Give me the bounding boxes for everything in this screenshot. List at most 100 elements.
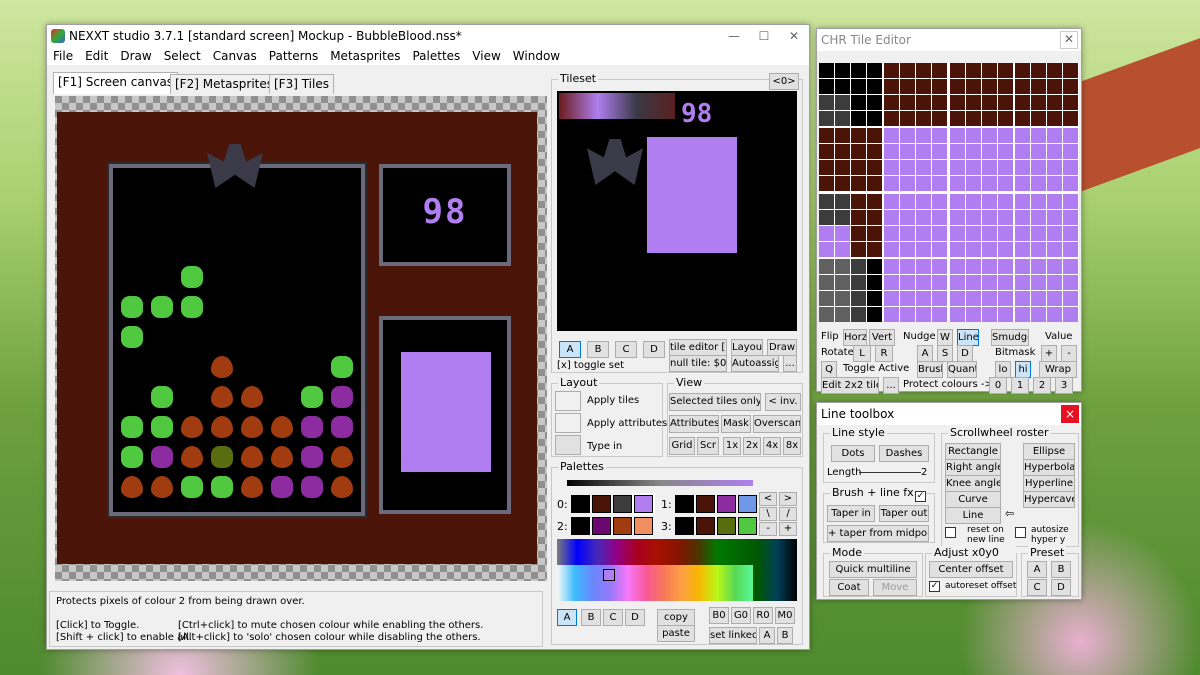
line-button[interactable]: Line xyxy=(945,507,1001,524)
palette-nav-button[interactable]: / xyxy=(779,507,797,521)
chr-pixel[interactable] xyxy=(998,259,1013,274)
coat-button[interactable]: Coat xyxy=(829,579,869,596)
chr-pixel[interactable] xyxy=(998,242,1013,257)
rotate-r-button[interactable]: R xyxy=(875,345,893,362)
preset-d-button[interactable]: D xyxy=(1051,579,1071,596)
chr-pixel[interactable] xyxy=(884,259,899,274)
chr-pixel[interactable] xyxy=(932,176,947,191)
dashes-button[interactable]: Dashes xyxy=(879,445,929,462)
chr-pixel[interactable] xyxy=(819,111,834,126)
chr-pixel[interactable] xyxy=(1047,95,1062,110)
chr-pixel[interactable] xyxy=(900,226,915,241)
chr-pixel[interactable] xyxy=(966,210,981,225)
chr-pixel[interactable] xyxy=(966,194,981,209)
chr-pixel[interactable] xyxy=(1063,176,1078,191)
chr-pixel[interactable] xyxy=(916,111,931,126)
chr-pixel[interactable] xyxy=(835,275,850,290)
protect-colour-button[interactable]: 2 xyxy=(1033,377,1051,394)
nudge-d-button[interactable]: D xyxy=(957,345,973,362)
chr-pixel[interactable] xyxy=(1015,291,1030,306)
chr-pixel[interactable] xyxy=(1063,144,1078,159)
chr-pixel[interactable] xyxy=(916,176,931,191)
chr-pixel[interactable] xyxy=(916,210,931,225)
chr-close-icon[interactable]: ✕ xyxy=(1060,31,1078,49)
chr-pixel[interactable] xyxy=(835,226,850,241)
bank-g0-button[interactable]: G0 xyxy=(731,607,751,624)
chr-pixel[interactable] xyxy=(1015,194,1030,209)
chr-pixel[interactable] xyxy=(998,79,1013,94)
tileset-more-button[interactable]: ... xyxy=(783,355,797,372)
chr-pixel[interactable] xyxy=(900,176,915,191)
chr-pixel[interactable] xyxy=(982,226,997,241)
chr-pixel[interactable] xyxy=(819,128,834,143)
chr-pixel[interactable] xyxy=(1015,275,1030,290)
chr-pixel[interactable] xyxy=(950,307,965,322)
hyperbola-button[interactable]: Hyperbola xyxy=(1023,459,1075,476)
chr-pixel[interactable] xyxy=(1063,275,1078,290)
chr-pixel[interactable] xyxy=(1063,291,1078,306)
knee-angle-button[interactable]: Knee angle xyxy=(945,475,1001,492)
chr-pixel[interactable] xyxy=(1063,210,1078,225)
chr-pixel[interactable] xyxy=(900,291,915,306)
palette-nav-button[interactable]: \ xyxy=(759,507,777,521)
chr-pixel[interactable] xyxy=(998,95,1013,110)
brush-fx-checkbox[interactable]: ✓ xyxy=(915,491,926,502)
chr-pixel[interactable] xyxy=(900,160,915,175)
chr-pixel[interactable] xyxy=(1047,63,1062,78)
chr-pixel[interactable] xyxy=(851,79,866,94)
chr-pixel[interactable] xyxy=(1047,144,1062,159)
nudge-s-button[interactable]: S xyxy=(937,345,953,362)
chr-pixel[interactable] xyxy=(932,144,947,159)
chr-pixel[interactable] xyxy=(1031,259,1046,274)
chr-pixel[interactable] xyxy=(819,226,834,241)
chr-pixel[interactable] xyxy=(884,95,899,110)
chr-pixel[interactable] xyxy=(835,95,850,110)
zoom-8x-button[interactable]: 8x xyxy=(783,437,801,455)
chr-pixel[interactable] xyxy=(1015,259,1030,274)
chr-pixel[interactable] xyxy=(982,176,997,191)
tileset-set-d[interactable]: D xyxy=(643,341,665,358)
palette-swatch[interactable] xyxy=(592,517,611,535)
hypercave-button[interactable]: Hypercave xyxy=(1023,491,1075,508)
menu-edit[interactable]: Edit xyxy=(79,49,114,63)
overscan-button[interactable]: Overscan xyxy=(753,415,801,433)
flip-vert-button[interactable]: Vert xyxy=(869,329,895,346)
chr-pixel[interactable] xyxy=(1063,160,1078,175)
chr-pixel[interactable] xyxy=(932,307,947,322)
chr-pixel[interactable] xyxy=(1015,144,1030,159)
layout-button[interactable]: Layout xyxy=(731,339,763,356)
curve-button[interactable]: Curve xyxy=(945,491,1001,508)
preset-a-button[interactable]: A xyxy=(1027,561,1047,578)
minimize-icon[interactable]: — xyxy=(719,29,749,43)
move-button[interactable]: Move xyxy=(873,579,917,596)
chr-pixel[interactable] xyxy=(1031,226,1046,241)
right-angle-button[interactable]: Right angle xyxy=(945,459,1001,476)
autosize-checkbox[interactable] xyxy=(1015,527,1026,538)
chr-pixel[interactable] xyxy=(867,111,882,126)
chr-pixel[interactable] xyxy=(1031,63,1046,78)
dots-button[interactable]: Dots xyxy=(831,445,875,462)
chr-pixel[interactable] xyxy=(950,79,965,94)
chr-pixel[interactable] xyxy=(819,63,834,78)
palette-nav-button[interactable]: - xyxy=(759,522,777,536)
chr-pixel[interactable] xyxy=(900,111,915,126)
chr-more-button[interactable]: ... xyxy=(883,377,899,394)
chr-pixel[interactable] xyxy=(900,242,915,257)
chr-pixel[interactable] xyxy=(884,226,899,241)
menu-view[interactable]: View xyxy=(466,49,506,63)
chr-pixel[interactable] xyxy=(998,194,1013,209)
lo-button[interactable]: lo xyxy=(995,361,1011,378)
bank-m0-button[interactable]: M0 xyxy=(775,607,795,624)
chr-pixel-grid[interactable] xyxy=(819,63,1079,322)
chr-pixel[interactable] xyxy=(916,128,931,143)
chr-pixel[interactable] xyxy=(966,160,981,175)
reset-on-new-line-checkbox[interactable] xyxy=(945,527,956,538)
tileset-view[interactable]: 98 xyxy=(557,91,797,331)
chr-pixel[interactable] xyxy=(1015,226,1030,241)
chr-pixel[interactable] xyxy=(950,226,965,241)
autoassign-button[interactable]: Autoassign xyxy=(731,355,779,372)
chr-pixel[interactable] xyxy=(982,128,997,143)
palette-set-c[interactable]: C xyxy=(603,609,623,626)
chr-pixel[interactable] xyxy=(1031,111,1046,126)
palette-swatch[interactable] xyxy=(696,517,715,535)
